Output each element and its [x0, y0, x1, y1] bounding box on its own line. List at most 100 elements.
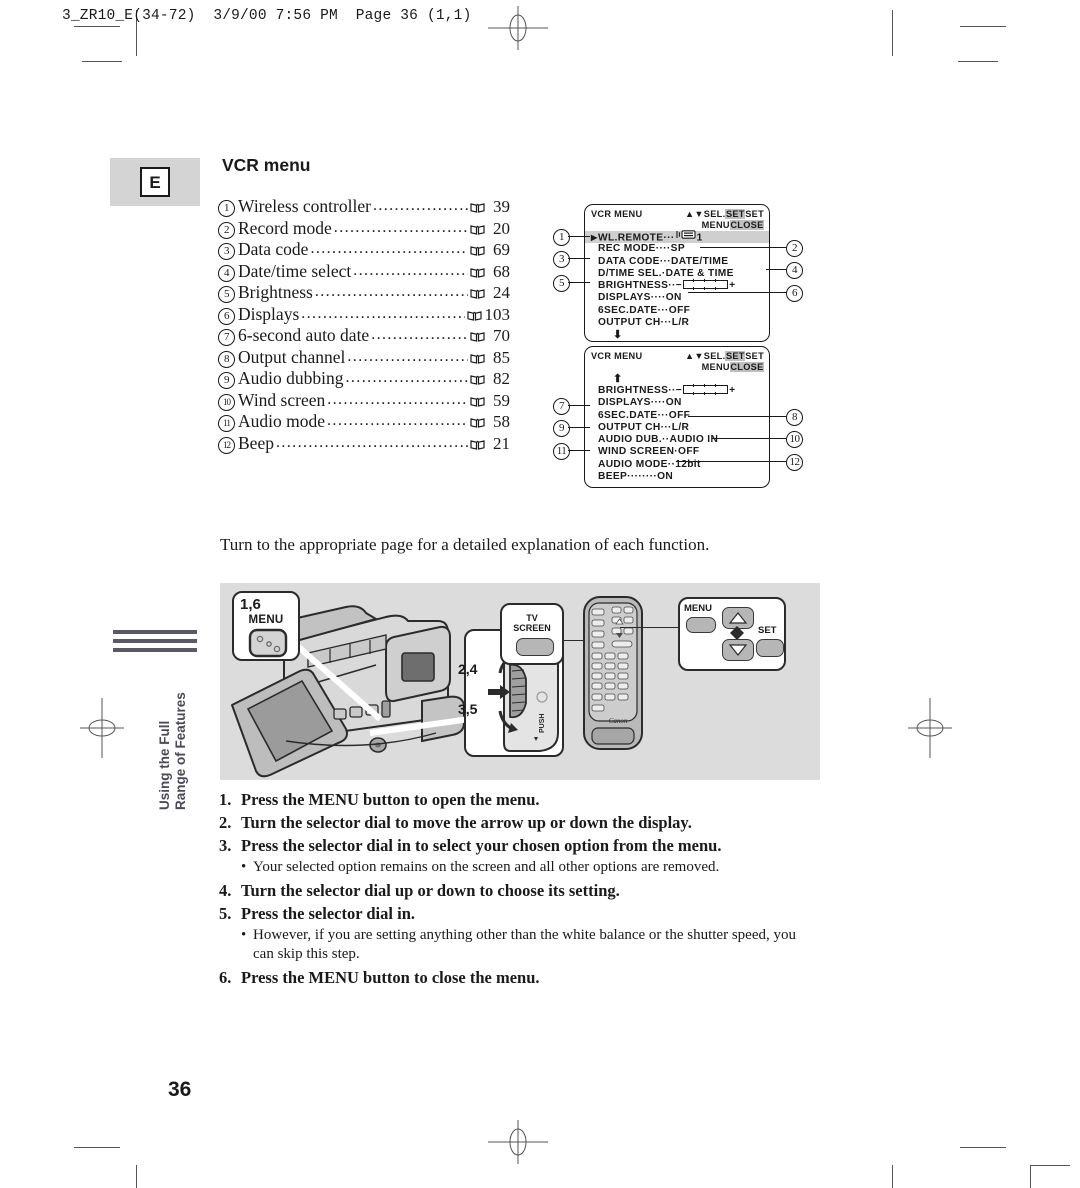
toc-row[interactable]: 11Audio mode............................…	[218, 411, 510, 433]
toc-item-page: 68	[493, 261, 510, 281]
registration-mark-bottom	[488, 1120, 548, 1164]
lcd-header: VCR MENU ▲▼SEL.SETSET MENUCLOSE	[585, 205, 769, 230]
lcd-row[interactable]: DATA CODE···DATE/TIME	[591, 256, 769, 268]
toc-row[interactable]: 4Date/time select.......................…	[218, 261, 510, 283]
book-page-ref-icon	[470, 391, 485, 412]
lcd-row-text: D/TIME SEL.·DATE & TIME	[598, 267, 734, 279]
book-page-ref-icon	[466, 305, 482, 326]
callout-5: 5	[553, 275, 570, 292]
side-tab-bar-1	[113, 630, 197, 634]
procedure-step: 3. Press the selector dial in to select y…	[219, 835, 819, 857]
toc-item-number: 4	[218, 264, 238, 282]
lcd-row[interactable]: BRIGHTNESS··− +	[591, 383, 769, 397]
toc-row[interactable]: 2Record mode............................…	[218, 218, 510, 240]
brightness-slider[interactable]	[683, 383, 729, 395]
leader-tv-screen	[564, 640, 584, 642]
toc-row[interactable]: 10Wind screen...........................…	[218, 390, 510, 412]
toc-item-label: 6-second auto date	[238, 325, 370, 345]
toc-item-number: 1	[218, 200, 238, 217]
remote-set-button[interactable]	[756, 639, 784, 657]
lcd-row-text: 6SEC.DATE···OFF	[598, 409, 691, 421]
toc-row[interactable]: 12 Beep..................................…	[218, 433, 510, 455]
lcd-row[interactable]: OUTPUT CH···L/R	[591, 422, 769, 434]
language-badge: E	[140, 167, 170, 197]
remote-down-button[interactable]	[722, 639, 754, 661]
lcd-row-selected[interactable]: ▶WL.REMOTE··· 1	[585, 230, 769, 243]
lcd-row-text: 6SEC.DATE···OFF	[598, 304, 691, 316]
lcd-header: VCR MENU ▲▼SEL.SETSET MENUCLOSE	[585, 347, 769, 372]
toc-item-page: 59	[493, 390, 510, 410]
toc-item-page: 39	[493, 197, 510, 216]
callout-9: 9	[553, 420, 570, 437]
toc-item-number: 3	[218, 243, 238, 260]
lcd-row[interactable]: REC MODE····SP	[591, 243, 769, 255]
tv-screen-button[interactable]	[516, 638, 554, 656]
lcd-row[interactable]: BRIGHTNESS··− +	[591, 279, 769, 292]
lcd-row[interactable]: BEEP········ON	[591, 471, 769, 483]
wl-remote-icon	[675, 230, 697, 243]
leader-6	[688, 292, 786, 293]
lcd-menu-screen-page2: VCR MENU ▲▼SEL.SETSET MENUCLOSE ⬆ BRIGHTNESS…	[584, 346, 770, 488]
side-tab-label: Using the Full Range of Features	[157, 692, 188, 810]
book-page-ref-icon	[470, 197, 485, 218]
lcd-row[interactable]: D/TIME SEL.·DATE & TIME	[591, 268, 769, 280]
lcd-row-text: BRIGHTNESS··	[598, 280, 676, 292]
book-page-ref-icon	[470, 283, 485, 304]
toc-row[interactable]: 9Audio dubbing..........................…	[218, 368, 510, 390]
vcr-menu-contents-list: 1Wireless controller....................…	[218, 196, 510, 454]
lcd-row[interactable]: WIND SCREEN·OFF	[591, 446, 769, 458]
lcd-header-hints: ▲▼SEL.SETSET MENUCLOSE	[685, 351, 764, 372]
step-text: Press the MENU button to close the menu.	[241, 967, 540, 987]
toc-item-page: 70	[493, 326, 510, 345]
toc-item-number-text: 4	[218, 264, 235, 282]
lcd-row[interactable]: OUTPUT CH···L/R	[591, 317, 769, 329]
toc-item-page: 85	[493, 347, 510, 367]
remote-set-label: SET	[758, 625, 777, 636]
callout-6: 6	[786, 285, 803, 302]
book-page-ref-icon	[470, 262, 485, 283]
toc-item-label: Audio mode	[238, 411, 326, 431]
toc-row[interactable]: 1Wireless controller....................…	[218, 196, 510, 218]
brightness-slider[interactable]	[683, 279, 729, 290]
toc-item-number-text: 8	[218, 350, 235, 368]
toc-row[interactable]: 5 Brightness.............................…	[218, 282, 510, 304]
remote-menu-button[interactable]	[686, 617, 716, 633]
step-number: 4.	[219, 880, 232, 900]
crop-mark-bl-v	[136, 1165, 138, 1188]
book-page-ref-icon	[470, 240, 485, 261]
toc-row[interactable]: 76-second auto date.....................…	[218, 325, 510, 347]
toc-leader-dots: ........................................…	[333, 218, 468, 236]
lcd-title: VCR MENU	[591, 351, 643, 361]
lcd-row[interactable]: 6SEC.DATE···OFF	[591, 305, 769, 317]
step-number: 3.	[219, 836, 232, 855]
toc-row[interactable]: 3 Data code..............................…	[218, 239, 510, 261]
toc-item-number: 12	[218, 436, 238, 454]
toc-item-label: Data code	[238, 239, 309, 259]
toc-item-label: Record mode	[238, 217, 332, 238]
toc-item-number: 11	[218, 415, 238, 432]
lcd-row[interactable]: DISPLAYS····ON	[591, 397, 769, 409]
lcd-hint-set-tail: SET	[745, 351, 764, 361]
toc-item-number-text: 10	[218, 393, 235, 411]
book-page-ref-icon	[470, 434, 485, 455]
callout-3: 3	[553, 251, 570, 268]
toc-item-number: 9	[218, 372, 238, 389]
step-number: 6.	[219, 967, 232, 987]
brightness-plus-label: +	[729, 385, 736, 396]
crop-mark-bl-h	[74, 1147, 120, 1149]
lcd-row[interactable]: AUDIO DUB.··AUDIO IN	[591, 434, 769, 446]
bullet-text: However, if you are setting anything oth…	[253, 926, 796, 963]
registration-mark-right	[908, 698, 952, 758]
step-number: 1.	[219, 790, 232, 809]
intro-paragraph: Turn to the appropriate page for a detai…	[220, 535, 710, 554]
tv-screen-label-line1: TV SCREEN	[513, 613, 551, 633]
procedure-illustration: 1,6 MENU PUSH 2,4 3,5 Canon TV SCREEN ME…	[220, 583, 820, 780]
toc-item-number-text: 12	[218, 436, 235, 454]
toc-row[interactable]: 6Displays...............................…	[218, 304, 510, 326]
lcd-row[interactable]: DISPLAYS····ON	[591, 292, 769, 304]
lcd-row-text: AUDIO DUB.··AUDIO IN	[598, 434, 719, 446]
toc-row[interactable]: 8Output channel.........................…	[218, 347, 510, 369]
chevron-down-icon	[728, 644, 748, 656]
crop-mark-bl-corner2	[1030, 1165, 1070, 1167]
callout-10: 10	[786, 431, 803, 448]
